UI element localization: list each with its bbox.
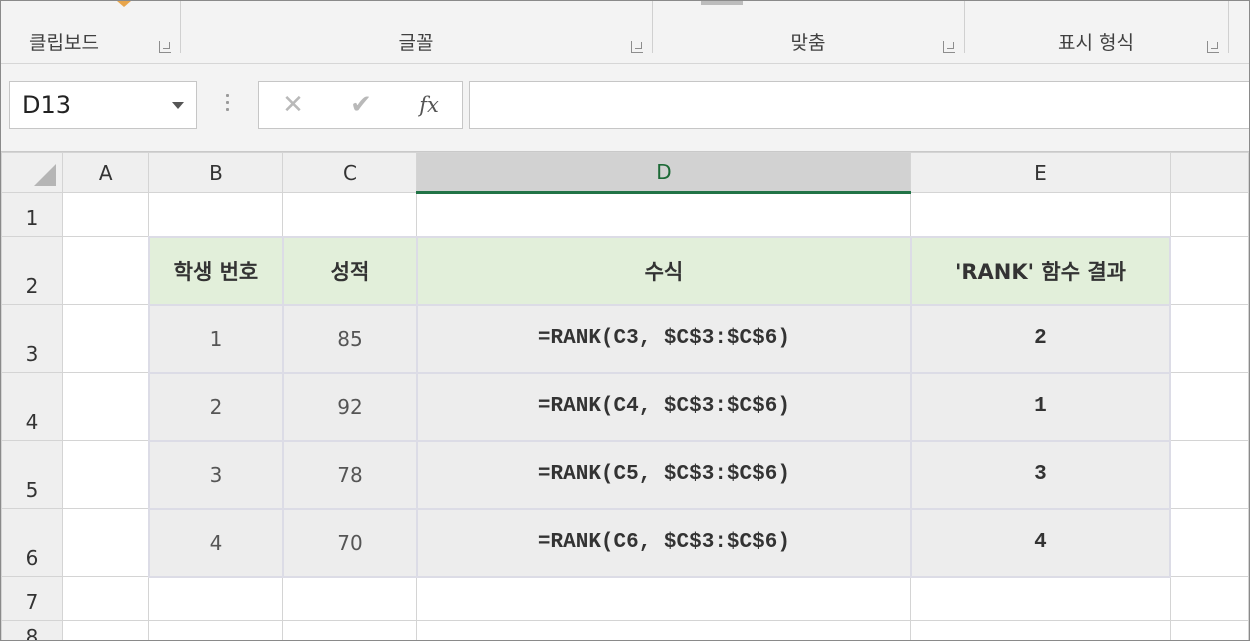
header-student-number[interactable]: 학생 번호 [147, 235, 284, 306]
cell-e6[interactable]: 4 [909, 507, 1172, 578]
cell-f8[interactable] [1169, 620, 1249, 640]
header-formula[interactable]: 수식 [415, 235, 912, 306]
cell-a1[interactable] [61, 192, 150, 237]
cell-e7[interactable] [910, 576, 1171, 621]
ribbon-group-label: 글꼴 [398, 32, 434, 54]
cell-f3[interactable] [1169, 304, 1249, 373]
excel-window: 클립보드 글꼴 맞춤 표시 형식 D13 ✕ ✔ fx A B C D E 1 … [0, 0, 1250, 641]
row-header-6[interactable]: 6 [1, 508, 63, 577]
cell-d8[interactable] [416, 620, 912, 640]
cell-f5[interactable] [1169, 440, 1249, 509]
formula-bar-area: D13 ✕ ✔ fx [1, 64, 1249, 152]
row-header-5[interactable]: 5 [1, 440, 63, 509]
cell-d7[interactable] [416, 576, 912, 621]
enter-icon[interactable]: ✔ [341, 88, 381, 122]
dialog-launcher-icon[interactable] [631, 41, 643, 53]
column-header-f[interactable] [1169, 152, 1249, 193]
ribbon-group-label: 표시 형식 [1058, 32, 1134, 54]
row-header-4[interactable]: 4 [1, 372, 63, 441]
column-header-a[interactable]: A [61, 152, 150, 193]
cell-b6[interactable]: 4 [147, 507, 284, 578]
cell-e5[interactable]: 3 [909, 439, 1172, 510]
grip-handle-icon[interactable] [226, 94, 230, 114]
ribbon: 클립보드 글꼴 맞춤 표시 형식 [1, 1, 1249, 64]
column-header-d[interactable]: D [416, 152, 912, 194]
cancel-icon[interactable]: ✕ [273, 88, 313, 122]
formula-buttons: ✕ ✔ fx [258, 81, 463, 129]
row-header-1[interactable]: 1 [1, 192, 63, 237]
cell-a3[interactable] [61, 304, 150, 373]
cell-b8[interactable] [148, 620, 284, 640]
cell-e4[interactable]: 1 [909, 371, 1172, 442]
cell-a6[interactable] [61, 508, 150, 577]
cell-c3[interactable]: 85 [281, 303, 418, 374]
select-all-corner[interactable] [1, 152, 63, 193]
cell-d4[interactable]: =RANK(C4, $C$3:$C$6) [415, 371, 912, 442]
ribbon-group-number: 표시 형식 [965, 1, 1227, 63]
cell-b3[interactable]: 1 [147, 303, 284, 374]
column-header-b[interactable]: B [148, 152, 284, 193]
cell-a8[interactable] [61, 620, 150, 640]
row-header-3[interactable]: 3 [1, 304, 63, 373]
cell-d6[interactable]: =RANK(C6, $C$3:$C$6) [415, 507, 912, 578]
column-header-c[interactable]: C [282, 152, 418, 193]
cell-e3[interactable]: 2 [909, 303, 1172, 374]
cell-c8[interactable] [282, 620, 418, 640]
ribbon-group-clipboard: 클립보드 [1, 1, 179, 63]
cell-f4[interactable] [1169, 372, 1249, 441]
cell-f7[interactable] [1169, 576, 1249, 621]
ribbon-separator [1228, 1, 1229, 53]
ribbon-group-alignment: 맞춤 [653, 1, 963, 63]
cell-d1[interactable] [416, 192, 912, 237]
cell-c5[interactable]: 78 [281, 439, 418, 510]
cell-f1[interactable] [1169, 192, 1249, 237]
cell-d3[interactable]: =RANK(C3, $C$3:$C$6) [415, 303, 912, 374]
cell-a5[interactable] [61, 440, 150, 509]
cell-a4[interactable] [61, 372, 150, 441]
cell-b1[interactable] [148, 192, 284, 237]
insert-function-icon[interactable]: fx [409, 88, 449, 122]
formula-input[interactable] [469, 81, 1249, 129]
cell-c7[interactable] [282, 576, 418, 621]
row-header-7[interactable]: 7 [1, 576, 63, 621]
dialog-launcher-icon[interactable] [1207, 41, 1219, 53]
cell-b4[interactable]: 2 [147, 371, 284, 442]
ribbon-group-label: 맞춤 [790, 32, 826, 54]
header-score[interactable]: 성적 [281, 235, 418, 306]
chevron-down-icon[interactable] [172, 102, 184, 109]
row-header-2[interactable]: 2 [1, 236, 63, 305]
cell-e1[interactable] [910, 192, 1171, 237]
name-box-value: D13 [22, 91, 72, 119]
cell-d5[interactable]: =RANK(C5, $C$3:$C$6) [415, 439, 912, 510]
row-header-8[interactable]: 8 [1, 620, 63, 640]
worksheet-grid: A B C D E 1 2 학생 번호 성적 수식 'RANK' 함수 결과 3… [1, 152, 1249, 640]
cell-f6[interactable] [1169, 508, 1249, 577]
header-rank-result[interactable]: 'RANK' 함수 결과 [909, 235, 1172, 306]
cell-c1[interactable] [282, 192, 418, 237]
cell-a7[interactable] [61, 576, 150, 621]
dialog-launcher-icon[interactable] [943, 41, 955, 53]
dialog-launcher-icon[interactable] [159, 41, 171, 53]
cell-a2[interactable] [61, 236, 150, 305]
cell-c6[interactable]: 70 [281, 507, 418, 578]
ribbon-group-label: 클립보드 [29, 32, 99, 54]
cell-b7[interactable] [148, 576, 284, 621]
cell-c4[interactable]: 92 [281, 371, 418, 442]
cell-b5[interactable]: 3 [147, 439, 284, 510]
column-header-e[interactable]: E [910, 152, 1171, 193]
cell-f2[interactable] [1169, 236, 1249, 305]
cell-e8[interactable] [910, 620, 1171, 640]
ribbon-group-font: 글꼴 [181, 1, 651, 63]
name-box[interactable]: D13 [9, 81, 197, 129]
